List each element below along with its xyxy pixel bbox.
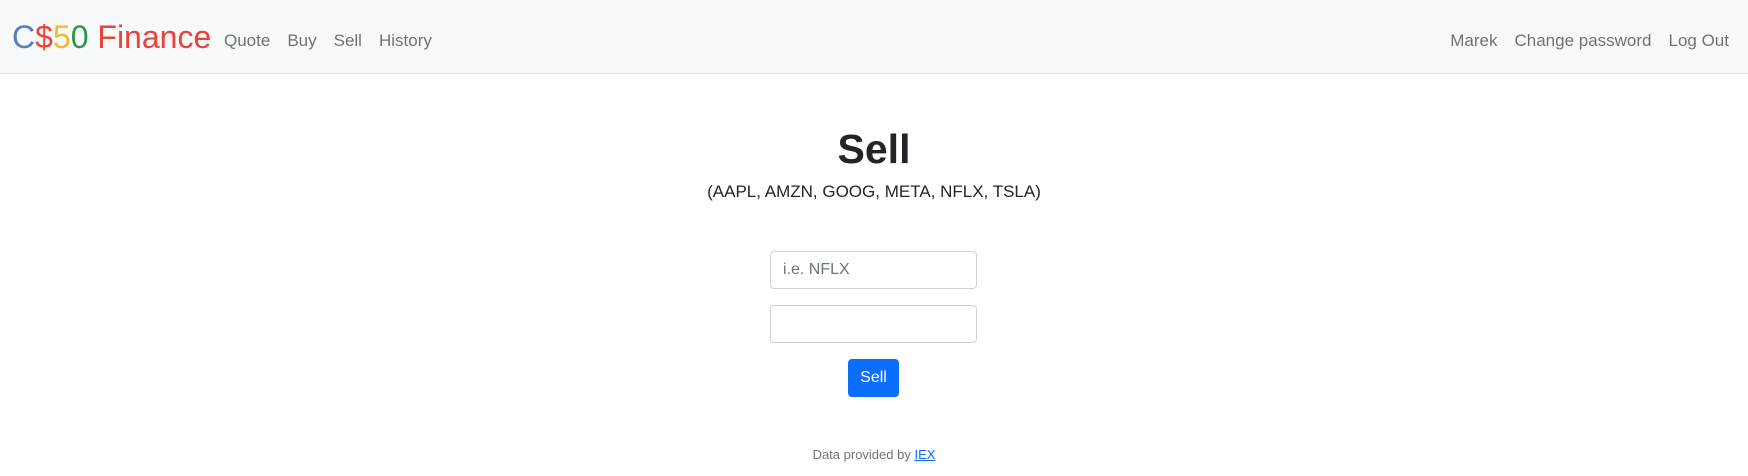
brand-word-finance: Finance [88,19,212,55]
sell-button[interactable]: Sell [848,359,899,397]
available-symbols-text: (AAPL, AMZN, GOOG, META, NFLX, TSLA) [707,182,1041,201]
navbar: C$50 Finance Quote Buy Sell History Mare… [0,0,1748,74]
brand-logo-link[interactable]: C$50 Finance [12,18,211,56]
nav-link-sell[interactable]: Sell [334,29,362,53]
shares-input[interactable] [770,305,977,343]
nav-link-history[interactable]: History [379,29,432,53]
nav-link-log-out[interactable]: Log Out [1669,29,1730,53]
footer: Data provided by IEX [0,446,1748,464]
iex-link[interactable]: IEX [914,447,935,462]
footer-text: Data provided by [812,447,915,462]
nav-right-links: Marek Change password Log Out [1433,29,1729,53]
brand-letter-0: 0 [70,19,89,55]
nav-link-username[interactable]: Marek [1450,29,1497,53]
brand-letter-5: 5 [52,19,71,55]
nav-left-links: Quote Buy Sell History [224,29,449,53]
nav-link-buy[interactable]: Buy [287,29,316,53]
brand-letter-dollar: $ [35,19,53,55]
nav-link-quote[interactable]: Quote [224,29,270,53]
symbol-input[interactable] [770,251,977,289]
page-title: Sell [837,126,911,172]
nav-link-change-password[interactable]: Change password [1514,29,1651,53]
brand-letter-c: C [12,19,36,55]
